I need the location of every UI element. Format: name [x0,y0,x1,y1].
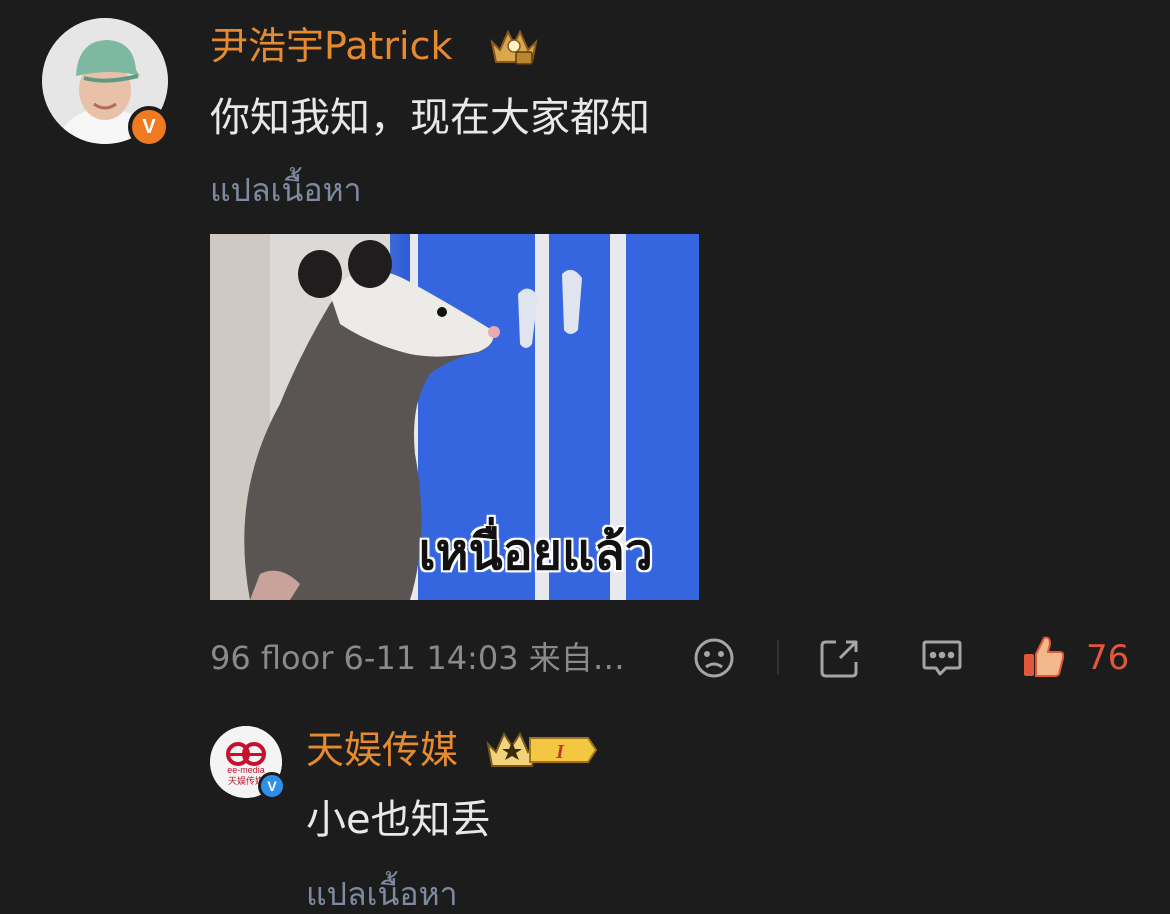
share-icon[interactable] [818,636,862,684]
comment-image[interactable]: เหนื่อยแล้ว [210,234,699,600]
reply-translate-link[interactable]: แปลเนื้อหา [306,874,458,914]
like-count: 76 [1086,638,1130,678]
reply-avatar-logo: ee-media [227,765,265,775]
comment-meta: 96 floor 6-11 14:03 来自… [210,639,625,677]
reply-username[interactable]: 天娱传媒 [306,726,458,774]
comment-icon[interactable] [920,636,964,684]
translate-link[interactable]: แปลเนื้อหา [210,170,362,210]
crown-badge-icon [486,24,542,72]
verified-badge-icon: V [128,106,170,148]
thumbs-up-icon[interactable] [1022,634,1066,684]
image-caption: เหนื่อยแล้ว [418,523,654,581]
action-divider [777,640,779,674]
crown-badge-icon: I [484,728,600,776]
comment-text: 你知我知，现在大家都知 [210,95,650,141]
verified-badge-icon: V [258,772,286,800]
sad-face-icon[interactable] [692,636,736,684]
reply-text: 小e也知丢 [306,797,491,843]
username[interactable]: 尹浩宇Patrick [210,22,452,70]
level-badge-text: I [555,741,565,763]
